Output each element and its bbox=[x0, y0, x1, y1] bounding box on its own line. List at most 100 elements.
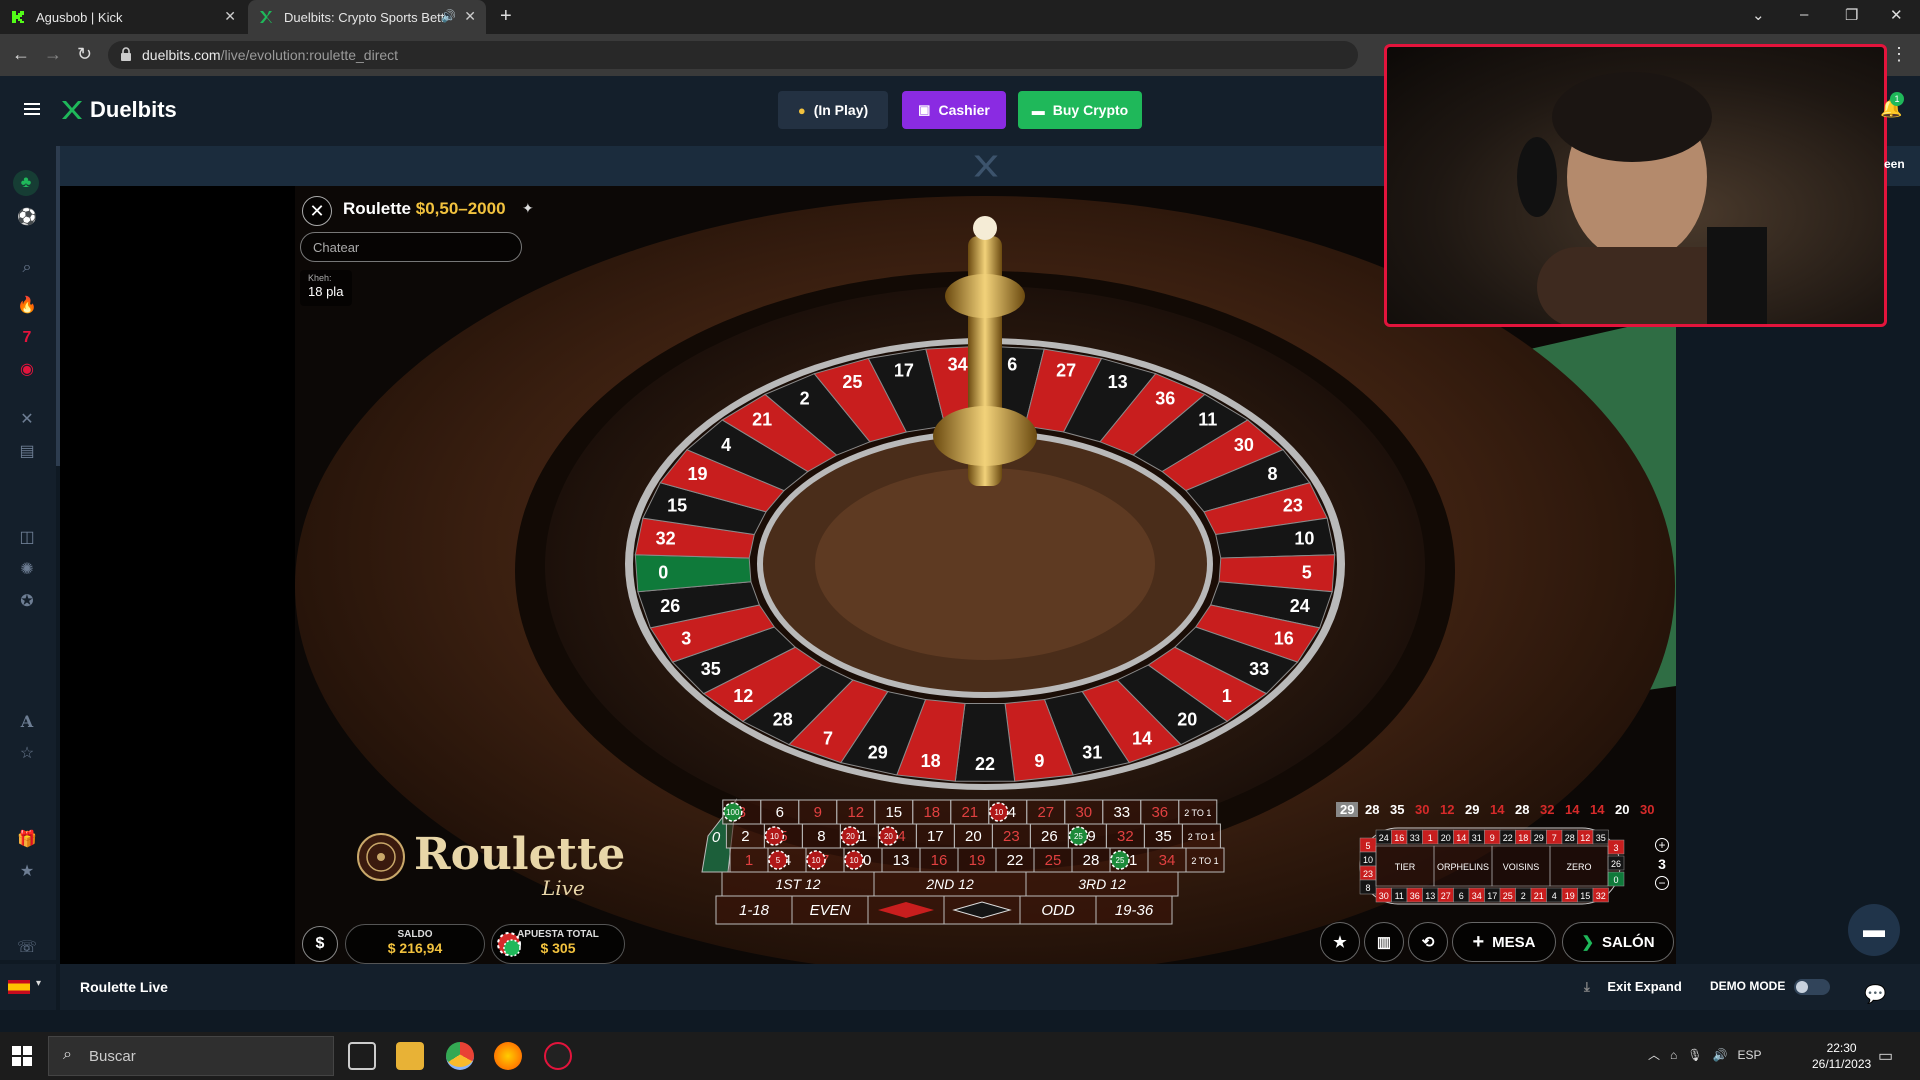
minus-icon[interactable]: − bbox=[1655, 876, 1669, 890]
close-window-icon[interactable]: ✕ bbox=[1890, 6, 1903, 24]
roulette-icon[interactable]: ◉ bbox=[17, 360, 37, 380]
restore-icon[interactable]: ❐ bbox=[1845, 6, 1858, 24]
number-label: 1 bbox=[745, 852, 753, 869]
exit-expand-icon: ⤓ bbox=[1584, 979, 1590, 994]
number-label: 12 bbox=[847, 804, 864, 821]
url-field[interactable]: duelbits.com/live/evolution:roulette_dir… bbox=[108, 41, 1358, 69]
number-label: 30 bbox=[1075, 804, 1092, 821]
tab-duelbits[interactable]: Duelbits: Crypto Sports Betti 🔊 ✕ bbox=[248, 0, 486, 34]
support-icon[interactable]: ☏ bbox=[17, 938, 37, 958]
microphone-icon[interactable]: 🎙 bbox=[1687, 1048, 1702, 1062]
dozen-label: 3RD 12 bbox=[1078, 876, 1126, 892]
volume-icon[interactable]: 🔊 bbox=[1713, 1048, 1728, 1062]
file-explorer-icon[interactable] bbox=[396, 1042, 424, 1070]
racetrack-number: 34 bbox=[1472, 891, 1482, 901]
search-placeholder: Buscar bbox=[89, 1048, 136, 1065]
floating-chat-button[interactable]: ▬ bbox=[1848, 904, 1900, 956]
streamer-webcam-feed bbox=[1517, 72, 1767, 324]
racetrack-number: 33 bbox=[1410, 833, 1420, 843]
lobby-button[interactable]: ❯ SALÓN bbox=[1562, 922, 1674, 962]
obs-icon[interactable] bbox=[544, 1042, 572, 1070]
providers-icon[interactable]: ✪ bbox=[17, 592, 37, 612]
firefox-icon[interactable] bbox=[494, 1042, 522, 1070]
number-label: 17 bbox=[927, 828, 944, 845]
racetrack-number: 6 bbox=[1459, 891, 1464, 901]
language-indicator[interactable]: ESP bbox=[1738, 1048, 1762, 1062]
statistics-button[interactable]: ▥ bbox=[1364, 922, 1404, 962]
minimize-icon[interactable]: – bbox=[1800, 6, 1808, 23]
chip-value: 25 bbox=[1116, 856, 1125, 865]
close-game-button[interactable]: ✕ bbox=[302, 196, 332, 226]
racetrack-number: 10 bbox=[1363, 855, 1373, 865]
mesa-button[interactable]: + MESA bbox=[1452, 922, 1556, 962]
rewards-icon[interactable]: 🎁 bbox=[17, 830, 37, 850]
casino-icon[interactable]: ♣ bbox=[13, 170, 39, 196]
language-selector[interactable]: ▾ bbox=[0, 964, 56, 1010]
forward-icon[interactable]: → bbox=[44, 44, 62, 65]
cashier-label: Cashier bbox=[938, 102, 990, 118]
number-label: 9 bbox=[814, 804, 822, 821]
game-chat-icon: ▬ bbox=[1863, 917, 1885, 942]
hot-icon[interactable]: 🔥 bbox=[17, 296, 37, 316]
menu-icon[interactable]: ⋮ bbox=[1890, 44, 1908, 65]
chrome-icon[interactable] bbox=[446, 1042, 474, 1070]
chip-select-button[interactable]: $ bbox=[302, 926, 338, 962]
wheel-number: 13 bbox=[1108, 372, 1128, 392]
chat-text: 18 pla bbox=[308, 284, 344, 299]
chat-placeholder: Chatear bbox=[313, 240, 360, 255]
taskbar-search[interactable]: ⌕ Buscar bbox=[48, 1036, 334, 1076]
buy-crypto-button[interactable]: ▬ Buy Crypto bbox=[1018, 91, 1142, 129]
plus-icon[interactable]: + bbox=[1655, 838, 1669, 852]
tab-search-icon[interactable]: ⌄ bbox=[1752, 6, 1765, 24]
number-label: 35 bbox=[1155, 828, 1172, 845]
originals-icon[interactable]: ✕ bbox=[17, 410, 37, 430]
reload-icon[interactable]: ↻ bbox=[77, 44, 92, 65]
wheel-number: 12 bbox=[733, 686, 753, 706]
racetrack-number: 31 bbox=[1472, 833, 1482, 843]
in-play-button[interactable]: ● (In Play) bbox=[778, 91, 888, 129]
favorites-icon[interactable]: ☆ bbox=[17, 744, 37, 764]
number-label: 20 bbox=[965, 828, 982, 845]
hamburger-menu-icon[interactable] bbox=[24, 103, 40, 115]
duelbits-icon bbox=[260, 11, 272, 23]
stats-icon: ▥ bbox=[1376, 934, 1392, 951]
repeat-button[interactable]: ⟲ bbox=[1408, 922, 1448, 962]
racetrack[interactable]: 24 16 33 1 20 14 31 9 22 18 29 7 28 12 3530 11 36 13 27 6 34… bbox=[1340, 826, 1640, 906]
new-tab-icon[interactable]: + bbox=[500, 5, 512, 28]
network-icon[interactable]: ⌂ bbox=[1670, 1048, 1677, 1062]
tab-kick[interactable]: Agusbob | Kick ✕ bbox=[0, 0, 246, 34]
neighbours-count: 3 bbox=[1658, 856, 1666, 872]
demo-mode-toggle[interactable] bbox=[1794, 979, 1830, 995]
table-games-icon[interactable]: ▤ bbox=[17, 442, 37, 462]
racetrack-number: 7 bbox=[1552, 833, 1557, 843]
search-icon[interactable]: ⌕ bbox=[17, 258, 37, 278]
chat-input[interactable]: Chatear bbox=[300, 232, 522, 262]
pin-icon[interactable]: ✦ bbox=[522, 200, 534, 217]
roulette-ball bbox=[973, 216, 997, 240]
task-view-icon[interactable] bbox=[348, 1042, 376, 1070]
sports-icon[interactable]: ⚽ bbox=[17, 208, 37, 228]
wheel-number: 19 bbox=[687, 464, 707, 484]
cashier-button[interactable]: ▣ Cashier bbox=[902, 91, 1006, 129]
slots-icon[interactable]: 7 bbox=[17, 328, 37, 348]
favourite-bets-button[interactable]: ★ bbox=[1320, 922, 1360, 962]
chevron-down-icon: ▾ bbox=[36, 978, 42, 989]
vip-icon[interactable]: ★ bbox=[17, 862, 37, 882]
gameshows-icon[interactable]: ✺ bbox=[17, 560, 37, 580]
site-logo[interactable]: Duelbits bbox=[60, 97, 177, 123]
back-icon[interactable]: ← bbox=[12, 44, 30, 65]
live-icon[interactable]: ◫ bbox=[17, 528, 37, 548]
windows-start-icon[interactable] bbox=[12, 1046, 32, 1066]
exit-expand-button[interactable]: ⤓ Exit Expand bbox=[1584, 979, 1682, 995]
taskbar-clock[interactable]: 22:30 26/11/2023 bbox=[1812, 1040, 1871, 1072]
close-tab-icon[interactable]: ✕ bbox=[464, 8, 476, 25]
promotions-icon[interactable]: A bbox=[17, 712, 37, 732]
in-play-label: (In Play) bbox=[813, 102, 869, 118]
betting-table[interactable]: 0310069121518212410273033362 TO 12510811… bbox=[690, 796, 1300, 926]
chat-icon[interactable]: 💬 bbox=[1864, 984, 1886, 1005]
speaker-icon[interactable]: 🔊 bbox=[441, 9, 456, 23]
close-tab-icon[interactable]: ✕ bbox=[224, 8, 236, 25]
racetrack-number: 14 bbox=[1456, 833, 1466, 843]
notifications-icon[interactable]: ▭ bbox=[1878, 1046, 1893, 1066]
chevron-up-icon[interactable]: ︿ bbox=[1648, 1048, 1660, 1062]
